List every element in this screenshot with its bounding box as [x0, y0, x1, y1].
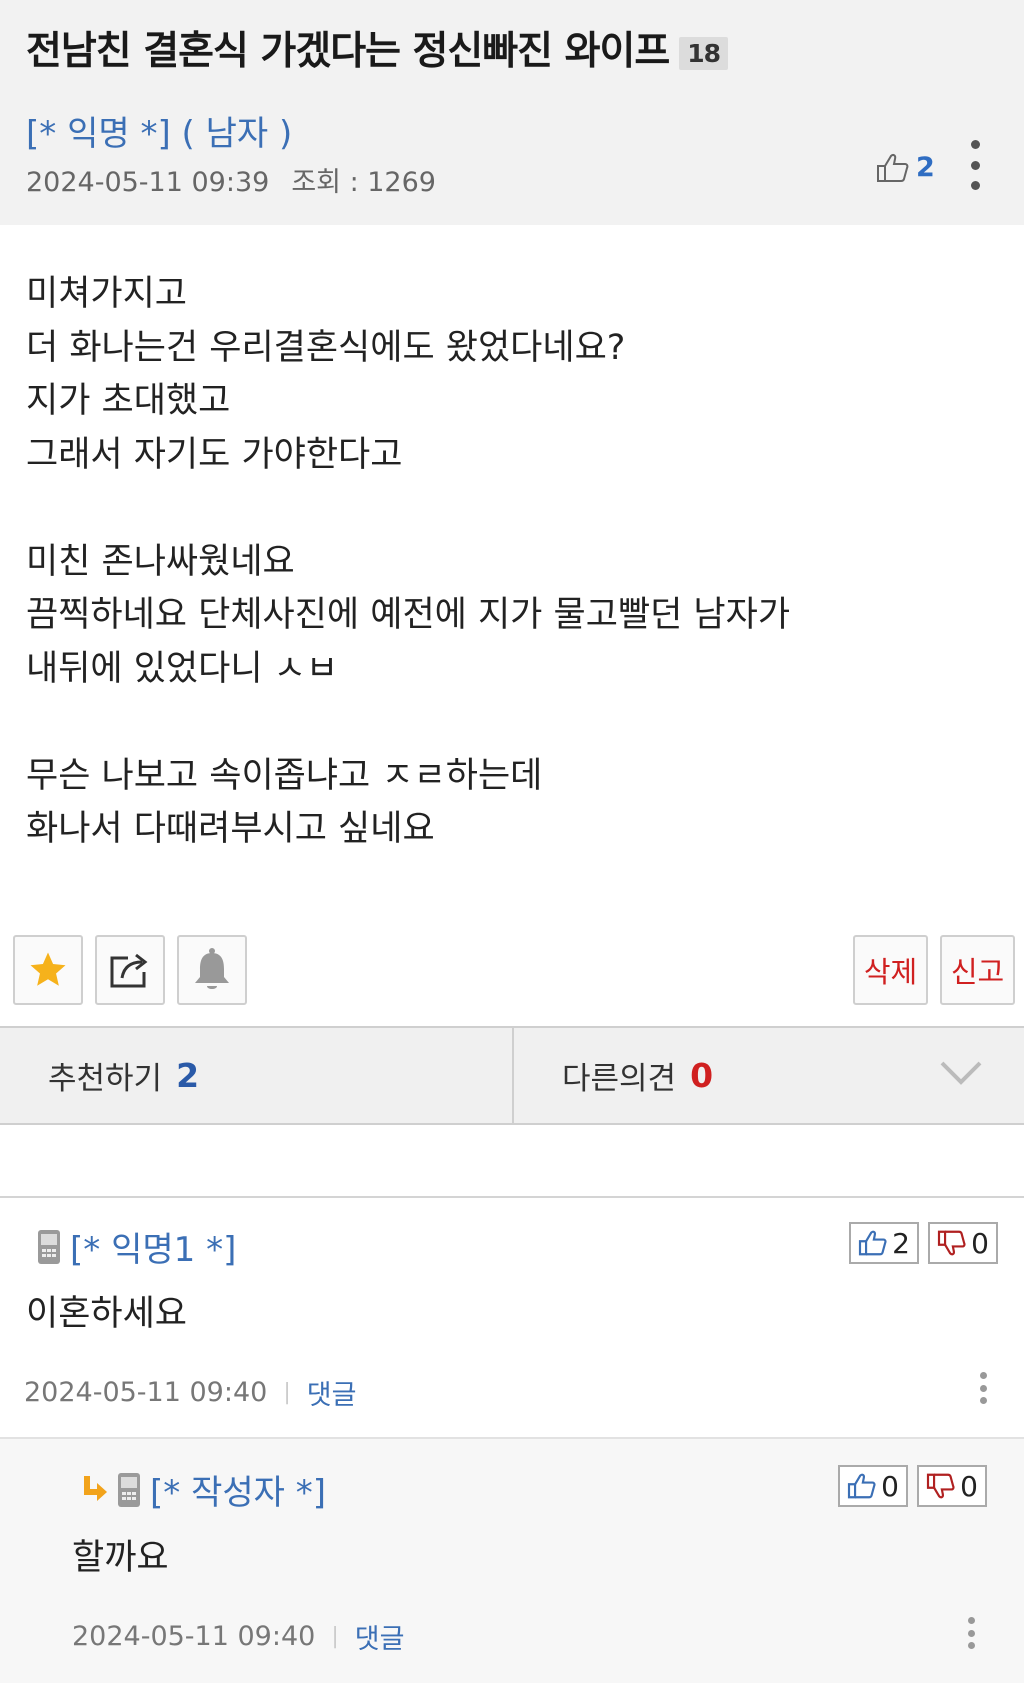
comment-author-name: [* 익명1 *]: [70, 1230, 237, 1270]
thumbs-down-icon: [926, 1473, 955, 1499]
notify-button[interactable]: [177, 935, 247, 1005]
post-views: 조회 : 1269: [291, 167, 436, 198]
post-body: 미쳐가지고더 화나는건 우리결혼식에도 왔었다네요? 지가 초대했고그래서 자기도…: [26, 268, 996, 857]
thumbs-up-icon: [877, 153, 909, 182]
post-body-blank-line: [26, 696, 996, 750]
tab-other-label: 다른의견: [562, 1061, 677, 1097]
mobile-phone-icon: [118, 1472, 140, 1507]
comment-text: 이혼하세요: [26, 1294, 188, 1334]
tab-recommend[interactable]: 추천하기 2: [48, 1028, 199, 1123]
reply-link[interactable]: 댓글: [307, 1373, 357, 1412]
downvote-button[interactable]: 0: [928, 1222, 998, 1264]
post-title-text: 전남친 결혼식 가겠다는 정신빠진 와이프: [26, 29, 670, 74]
tab-recommend-label: 추천하기: [48, 1061, 163, 1097]
comment-author[interactable]: [* 작성자 *]: [82, 1465, 326, 1514]
comment-author[interactable]: [* 익명1 *]: [34, 1222, 236, 1271]
tab-other-opinion[interactable]: 다른의견 0: [562, 1028, 713, 1123]
post-body-line: 그래서 자기도 가야한다고: [26, 434, 403, 475]
reply-arrow-icon: [84, 1475, 107, 1501]
post-body-line: 화나서 다때려부시고 싶네요: [26, 809, 435, 849]
post-author[interactable]: [* 익명 *] ( 남자 ): [26, 106, 292, 155]
post-body-line: 지가 초대했고: [26, 381, 231, 421]
share-icon: [110, 953, 148, 988]
comment-more-icon[interactable]: [966, 1617, 976, 1649]
favorite-button[interactable]: [13, 935, 83, 1005]
meta-separator: |: [283, 1380, 291, 1405]
post-meta: 2024-05-11 09:39 조회 : 1269: [26, 160, 436, 199]
post-body-line: 내뒤에 있었다니 ㅅㅂ: [26, 648, 339, 689]
comment-author-name: [* 작성자 *]: [150, 1473, 326, 1513]
comment-more-icon[interactable]: [978, 1372, 988, 1404]
post-body-line: 무슨 나보고 속이좁냐고 ㅈㄹ하는데: [26, 755, 543, 796]
post-body-line: 미친 존나싸웠네요: [26, 541, 295, 582]
share-button[interactable]: [95, 935, 165, 1005]
star-icon: [30, 952, 66, 986]
upvote-count: 0: [881, 1469, 899, 1503]
tab-recommend-count: 2: [176, 1056, 200, 1095]
downvote-count: 0: [960, 1469, 978, 1503]
post-body-blank-line: [26, 482, 996, 536]
post-date: 2024-05-11 09:39: [26, 167, 270, 198]
thumbs-down-icon: [937, 1230, 966, 1256]
comment-meta: 2024-05-11 09:40 | 댓글: [72, 1617, 404, 1656]
opinion-tabs: 추천하기 2 다른의견 0: [0, 1026, 1024, 1125]
downvote-button[interactable]: 0: [917, 1465, 987, 1507]
thumbs-up-icon: [847, 1473, 876, 1499]
comment-date: 2024-05-11 09:40: [24, 1377, 268, 1408]
post-body-line: 더 화나는건 우리결혼식에도 왔었다네요?: [26, 327, 626, 368]
bell-icon: [195, 948, 229, 989]
reply-link[interactable]: 댓글: [355, 1617, 405, 1656]
comment-date: 2024-05-11 09:40: [72, 1621, 316, 1652]
more-options-icon[interactable]: [968, 140, 982, 190]
post-header: 전남친 결혼식 가겠다는 정신빠진 와이프 18 [* 익명 *] ( 남자 ) …: [0, 0, 1024, 225]
thumbs-up-icon: [858, 1230, 887, 1256]
upvote-button[interactable]: 2: [849, 1222, 919, 1264]
meta-separator: |: [331, 1624, 339, 1649]
post-title: 전남친 결혼식 가겠다는 정신빠진 와이프 18: [26, 20, 729, 76]
report-button[interactable]: 신고: [940, 935, 1015, 1005]
upvote-count: 2: [892, 1226, 910, 1260]
section-divider: [0, 1196, 1024, 1198]
like-indicator[interactable]: 2: [876, 152, 935, 183]
reply-comment: [* 작성자 *] 0 0 할까요 2024-05-11 09:40 | 댓글: [0, 1437, 1024, 1683]
upvote-button[interactable]: 0: [838, 1465, 908, 1507]
comment-count-badge: 18: [679, 37, 729, 70]
tab-divider: [512, 1028, 514, 1123]
comment-text: 할까요: [72, 1538, 169, 1578]
mobile-phone-icon: [38, 1229, 60, 1264]
like-count: 2: [916, 152, 935, 183]
post-body-line: 끔찍하네요 단체사진에 예전에 지가 물고빨던 남자가: [26, 595, 791, 635]
delete-button[interactable]: 삭제: [853, 935, 928, 1005]
downvote-count: 0: [971, 1226, 989, 1260]
comment-meta: 2024-05-11 09:40 | 댓글: [24, 1373, 356, 1412]
tab-other-count: 0: [690, 1056, 714, 1095]
post-body-line: 미쳐가지고: [26, 274, 188, 314]
chevron-down-icon[interactable]: [940, 1060, 982, 1086]
